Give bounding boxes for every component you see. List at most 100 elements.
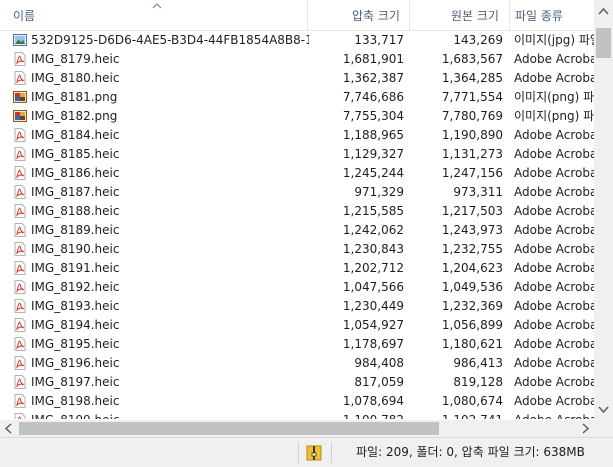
file-row[interactable]: IMG_8194.heic 1,054,927 1,056,899 Adobe Acr… [0,316,594,335]
file-name: IMG_8198.heic [31,394,120,408]
file-type: Adobe Acrobat [514,71,594,85]
pdf-icon [13,242,27,256]
pdf-icon [13,356,27,370]
file-compressed-size: 7,755,304 [342,109,404,123]
pdf-icon [13,394,27,408]
scroll-left-arrow-icon[interactable] [0,420,19,437]
file-row[interactable]: IMG_8191.heic 1,202,712 1,204,623 Adobe Acr… [0,259,594,278]
file-type: 이미지(png) 파일 [514,90,594,104]
scroll-up-arrow-icon[interactable] [594,3,613,20]
file-list: 532D9125-D6D6-4AE5-B3D4-44FB1854A8B8-1..… [0,31,594,419]
pdf-icon [13,71,27,85]
file-type: Adobe Acrobat [514,318,594,332]
image-jpg-icon [13,33,27,47]
file-compressed-size: 1,230,843 [342,242,404,256]
file-row[interactable]: IMG_8192.heic 1,047,566 1,049,536 Adobe Acr… [0,278,594,297]
file-type: Adobe Acrobat [514,394,594,408]
pdf-icon [13,318,27,332]
file-compressed-size: 1,202,712 [342,261,404,275]
file-type: Adobe Acrobat [514,337,594,351]
image-png-icon [13,109,27,123]
file-name: IMG_8193.heic [31,299,120,313]
file-compressed-size: 1,054,927 [342,318,404,332]
file-original-size: 1,080,674 [441,394,503,408]
file-original-size: 7,780,769 [441,109,503,123]
file-row[interactable]: IMG_8193.heic 1,230,449 1,232,369 Adobe Acr… [0,297,594,316]
file-row[interactable]: IMG_8196.heic 984,408 986,413 Adobe Acrobat [0,354,594,373]
file-row[interactable]: IMG_8195.heic 1,178,697 1,180,621 Adobe Acr… [0,335,594,354]
file-row[interactable]: IMG_8188.heic 1,215,585 1,217,503 Adobe Acr… [0,202,594,221]
file-original-size: 1,204,623 [441,261,503,275]
pdf-icon [13,299,27,313]
file-name: IMG_8195.heic [31,337,120,351]
file-original-size: 143,269 [453,33,503,47]
file-compressed-size: 1,242,062 [342,223,404,237]
file-row[interactable]: 532D9125-D6D6-4AE5-B3D4-44FB1854A8B8-1..… [0,31,594,50]
file-type: Adobe Acrobat [514,280,594,294]
file-row[interactable]: IMG_8197.heic 817,059 819,128 Adobe Acrobat [0,373,594,392]
file-original-size: 1,056,899 [441,318,503,332]
pdf-icon [13,166,27,180]
scroll-right-arrow-icon[interactable] [575,420,594,437]
horizontal-scrollbar[interactable] [0,420,594,437]
file-name: IMG_8192.heic [31,280,120,294]
file-row[interactable]: IMG_8179.heic 1,681,901 1,683,567 Adobe Acr… [0,50,594,69]
file-name: IMG_8199.heic [31,411,309,419]
sort-ascending-icon [152,3,162,9]
scroll-down-arrow-icon[interactable] [594,401,613,418]
file-type: 이미지(png) 파일 [514,109,594,123]
horizontal-scroll-thumb[interactable] [19,422,439,435]
file-row[interactable]: IMG_8184.heic 1,188,965 1,190,890 Adobe Acr… [0,126,594,145]
file-compressed-size: 1,215,585 [342,204,404,218]
file-type: Adobe Acrobat [514,411,594,419]
file-compressed-size: 1,188,965 [342,128,404,142]
file-row[interactable]: IMG_8189.heic 1,242,062 1,243,973 Adobe Acr… [0,221,594,240]
file-original-size: 819,128 [453,375,503,389]
file-row[interactable]: IMG_8199.heic 1,100,782 1,102,741 Adobe Acr… [0,411,594,419]
file-compressed-size: 1,681,901 [342,52,404,66]
file-row[interactable]: IMG_8198.heic 1,078,694 1,080,674 Adobe Acr… [0,392,594,411]
vertical-scrollbar[interactable] [594,0,613,420]
pdf-icon [13,52,27,66]
column-header-original-size[interactable]: 원본 크기 [451,0,499,30]
file-name: IMG_8182.png [31,109,118,123]
file-compressed-size: 133,717 [354,33,404,47]
file-type: Adobe Acrobat [514,147,594,161]
column-header-compressed-size[interactable]: 압축 크기 [352,0,400,30]
column-header-name[interactable]: 이름 [13,0,35,30]
vertical-scroll-thumb[interactable] [596,28,611,58]
file-row[interactable]: IMG_8187.heic 971,329 973,311 Adobe Acrobat [0,183,594,202]
file-original-size: 1,232,755 [441,242,503,256]
file-original-size: 986,413 [453,356,503,370]
file-original-size: 973,311 [453,185,503,199]
file-type: Adobe Acrobat [514,356,594,370]
column-header-file-type[interactable]: 파일 종류 [515,0,563,30]
file-row[interactable]: IMG_8186.heic 1,245,244 1,247,156 Adobe Acr… [0,164,594,183]
file-original-size: 1,247,156 [441,166,503,180]
file-type: Adobe Acrobat [514,166,594,180]
file-row[interactable]: IMG_8182.png 7,755,304 7,780,769 이미지(png) 파… [0,107,594,126]
file-type: Adobe Acrobat [514,299,594,313]
file-name: IMG_8185.heic [31,147,120,161]
file-row[interactable]: IMG_8181.png 7,746,686 7,771,554 이미지(png) 파… [0,88,594,107]
status-bar: 파일: 209, 폴더: 0, 압축 파일 크기: 638MB [0,437,613,467]
pdf-icon [13,280,27,294]
file-row[interactable]: IMG_8180.heic 1,362,387 1,364,285 Adobe Acr… [0,69,594,88]
pdf-icon [13,204,27,218]
file-compressed-size: 1,047,566 [342,280,404,294]
file-type: Adobe Acrobat [514,261,594,275]
file-compressed-size: 1,362,387 [342,71,404,85]
pdf-icon [13,128,27,142]
pdf-icon [13,375,27,389]
file-type: Adobe Acrobat [514,52,594,66]
file-original-size: 1,232,369 [441,299,503,313]
file-name: IMG_8184.heic [31,128,120,142]
file-compressed-size: 817,059 [354,375,404,389]
file-name: IMG_8181.png [31,90,118,104]
file-original-size: 1,217,503 [441,204,503,218]
file-row[interactable]: IMG_8190.heic 1,230,843 1,232,755 Adobe Acr… [0,240,594,259]
file-name: IMG_8186.heic [31,166,120,180]
file-name: IMG_8190.heic [31,242,120,256]
status-text: 파일: 209, 폴더: 0, 압축 파일 크기: 638MB [356,445,585,459]
file-row[interactable]: IMG_8185.heic 1,129,327 1,131,273 Adobe Acr… [0,145,594,164]
